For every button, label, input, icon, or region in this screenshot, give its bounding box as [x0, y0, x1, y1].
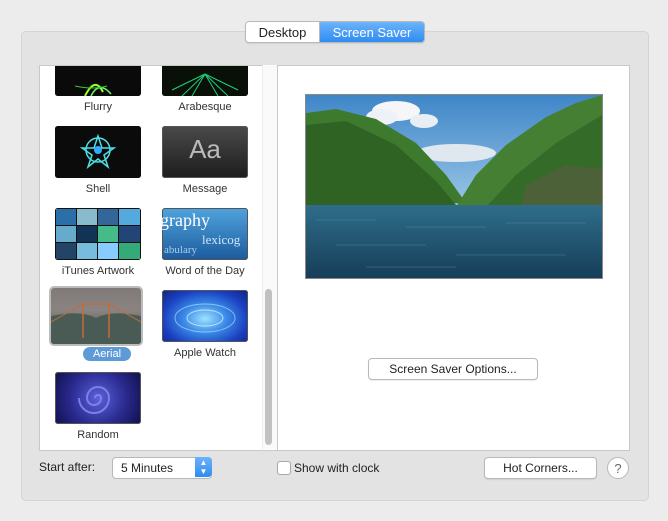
list-item-label: Apple Watch	[174, 347, 236, 359]
help-icon[interactable]: ?	[607, 457, 629, 479]
list-item-label: Word of the Day	[165, 265, 245, 277]
list-item-label: Random	[77, 429, 119, 441]
show-with-clock-label[interactable]: Show with clock	[294, 461, 379, 475]
message-thumbnail: Aa	[162, 126, 248, 178]
list-item-label: iTunes Artwork	[61, 265, 135, 277]
flurry-thumbnail	[55, 66, 141, 96]
chevron-updown-icon: ▲ ▼	[195, 457, 212, 477]
show-with-clock-checkbox[interactable]	[277, 461, 291, 475]
list-item-label: Flurry	[83, 101, 113, 113]
arabesque-thumbnail	[162, 66, 248, 96]
list-item-label: Message	[182, 183, 228, 195]
message-glyph: Aa	[189, 134, 221, 164]
shell-thumbnail	[55, 126, 141, 178]
list-item-label: Shell	[85, 183, 111, 195]
screen-saver-list[interactable]: Flurry Arabesque Shell Aa Message iTunes…	[39, 65, 278, 451]
tab-desktop[interactable]: Desktop	[246, 22, 320, 42]
list-item-label-selected: Aerial	[83, 347, 131, 361]
tab-bar: Desktop Screen Saver	[245, 21, 425, 43]
aerial-preview-image	[305, 94, 603, 279]
word-of-the-day-thumbnail: graphy lexicog abulary	[162, 208, 248, 260]
hot-corners-button[interactable]: Hot Corners...	[484, 457, 597, 479]
list-scrollbar-thumb[interactable]	[265, 289, 272, 445]
itunes-artwork-thumbnail	[55, 208, 141, 260]
aerial-thumbnail	[51, 288, 141, 344]
apple-watch-thumbnail	[162, 290, 248, 342]
start-after-value: 5 Minutes	[121, 461, 174, 475]
list-item-label: Arabesque	[178, 101, 232, 113]
start-after-label: Start after:	[39, 460, 96, 474]
tab-screen-saver[interactable]: Screen Saver	[320, 22, 424, 42]
screen-saver-options-button[interactable]: Screen Saver Options...	[368, 358, 538, 380]
start-after-select[interactable]: 5 Minutes ▲ ▼	[112, 457, 212, 479]
random-thumbnail	[55, 372, 141, 424]
